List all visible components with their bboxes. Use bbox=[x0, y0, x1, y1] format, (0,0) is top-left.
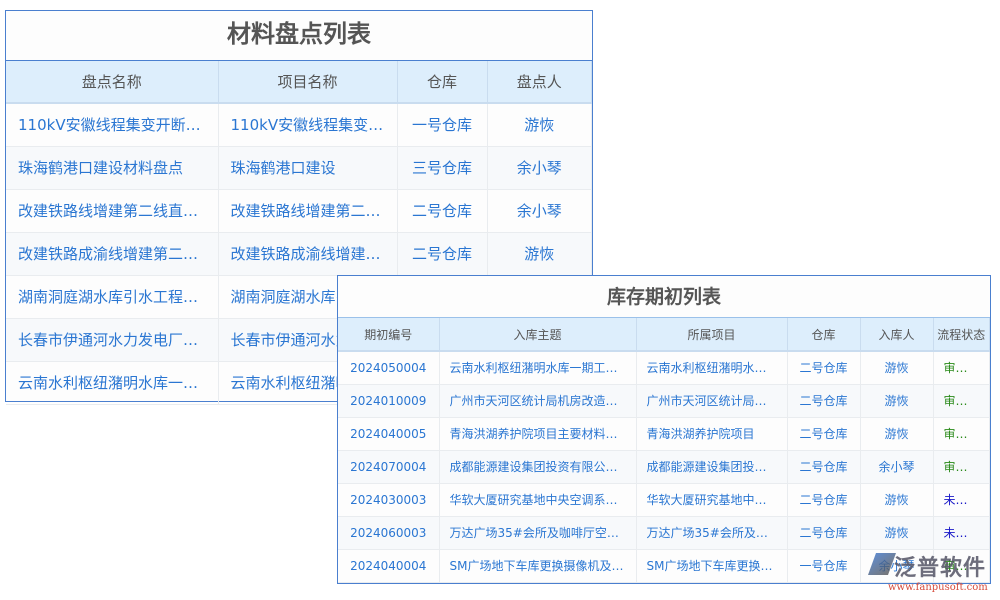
table-cell[interactable]: 2024040005 bbox=[338, 417, 439, 450]
table-cell: 成都能源建设集团投资… bbox=[636, 450, 787, 483]
table-cell: 审批通过 bbox=[933, 417, 990, 450]
table-cell: 游恢 bbox=[487, 103, 592, 146]
column-header[interactable]: 项目名称 bbox=[218, 61, 397, 103]
table-cell: 审批通过 bbox=[933, 450, 990, 483]
table-cell[interactable]: SM广场地下车库更换摄像机及… bbox=[439, 549, 636, 582]
table-cell: 未提交 bbox=[933, 483, 990, 516]
table-cell: 游恢 bbox=[860, 384, 933, 417]
table-cell[interactable]: 2024060003 bbox=[338, 516, 439, 549]
table-cell: 未提交 bbox=[933, 516, 990, 549]
table-row[interactable]: 改建铁路成渝线增建第二…改建铁路成渝线增建…二号仓库游恢 bbox=[6, 232, 592, 275]
table-cell[interactable]: 华软大厦研究基地中央空调系统… bbox=[439, 483, 636, 516]
table-cell[interactable]: 改建铁路成渝线增建… bbox=[218, 232, 397, 275]
watermark-url: www.fanpusoft.com bbox=[870, 582, 995, 593]
table-cell: 游恢 bbox=[860, 516, 933, 549]
table-row[interactable]: 2024010009广州市天河区统计局机房改造项…广州市天河区统计局机…二号仓库… bbox=[338, 384, 990, 417]
column-header[interactable]: 所属项目 bbox=[636, 318, 787, 351]
table-cell: 审批通过 bbox=[933, 351, 990, 384]
column-header[interactable]: 入库主题 bbox=[439, 318, 636, 351]
table-row[interactable]: 改建铁路线增建第二线直…改建铁路线增建第二…二号仓库余小琴 bbox=[6, 189, 592, 232]
table-cell: 二号仓库 bbox=[787, 351, 860, 384]
column-header[interactable]: 流程状态 bbox=[933, 318, 990, 351]
table-cell: 余小琴 bbox=[487, 146, 592, 189]
table-cell: 二号仓库 bbox=[397, 232, 487, 275]
watermark-logo: 泛普软件 www.fanpusoft.com bbox=[870, 550, 995, 598]
table-cell[interactable]: 湖南洞庭湖水库引水工程… bbox=[6, 275, 218, 318]
table-cell: 游恢 bbox=[860, 417, 933, 450]
table-cell: 二号仓库 bbox=[787, 450, 860, 483]
table-row[interactable]: 2024060003万达广场35#会所及咖啡厅空调…万达广场35#会所及咖…二号… bbox=[338, 516, 990, 549]
column-header[interactable]: 期初编号 bbox=[338, 318, 439, 351]
table-cell: 一号仓库 bbox=[397, 103, 487, 146]
table-cell: 青海洪湖养护院项目 bbox=[636, 417, 787, 450]
table-cell: 游恢 bbox=[860, 483, 933, 516]
panel-title: 材料盘点列表 bbox=[6, 11, 592, 61]
table-cell: 游恢 bbox=[487, 232, 592, 275]
table-cell[interactable]: 2024030003 bbox=[338, 483, 439, 516]
column-header[interactable]: 仓库 bbox=[397, 61, 487, 103]
table-cell[interactable]: 万达广场35#会所及咖啡厅空调… bbox=[439, 516, 636, 549]
table-cell[interactable]: 2024070004 bbox=[338, 450, 439, 483]
table-cell[interactable]: 云南水利枢纽潴明水库一期工程… bbox=[439, 351, 636, 384]
table-cell[interactable]: 2024040004 bbox=[338, 549, 439, 582]
table-cell: 二号仓库 bbox=[787, 483, 860, 516]
table-cell[interactable]: 云南水利枢纽潴明水库一… bbox=[6, 361, 218, 404]
table-cell[interactable]: 长春市伊通河水力发电厂… bbox=[6, 318, 218, 361]
table-cell: 审批通过 bbox=[933, 384, 990, 417]
table-cell[interactable]: 青海洪湖养护院项目主要材料期… bbox=[439, 417, 636, 450]
table-cell: 余小琴 bbox=[860, 450, 933, 483]
table-cell: 三号仓库 bbox=[397, 146, 487, 189]
table-cell[interactable]: 珠海鹤港口建设 bbox=[218, 146, 397, 189]
table-cell: 二号仓库 bbox=[787, 417, 860, 450]
table-cell[interactable]: 改建铁路线增建第二线直… bbox=[6, 189, 218, 232]
column-header[interactable]: 盘点名称 bbox=[6, 61, 218, 103]
table-cell[interactable]: 2024010009 bbox=[338, 384, 439, 417]
table-cell[interactable]: 成都能源建设集团投资有限公司… bbox=[439, 450, 636, 483]
table-cell[interactable]: 110kV安徽线程集变… bbox=[218, 103, 397, 146]
table-row[interactable]: 珠海鹤港口建设材料盘点珠海鹤港口建设三号仓库余小琴 bbox=[6, 146, 592, 189]
panel-title: 库存期初列表 bbox=[338, 276, 990, 318]
table-row[interactable]: 2024040005青海洪湖养护院项目主要材料期…青海洪湖养护院项目二号仓库游恢… bbox=[338, 417, 990, 450]
table-row[interactable]: 2024070004成都能源建设集团投资有限公司…成都能源建设集团投资…二号仓库… bbox=[338, 450, 990, 483]
table-cell: 二号仓库 bbox=[397, 189, 487, 232]
table-cell: 华软大厦研究基地中央… bbox=[636, 483, 787, 516]
table-cell[interactable]: 110kV安徽线程集变开断… bbox=[6, 103, 218, 146]
column-header[interactable]: 盘点人 bbox=[487, 61, 592, 103]
column-header[interactable]: 仓库 bbox=[787, 318, 860, 351]
table-row[interactable]: 2024050004云南水利枢纽潴明水库一期工程…云南水利枢纽潴明水库…二号仓库… bbox=[338, 351, 990, 384]
table-row[interactable]: 110kV安徽线程集变开断…110kV安徽线程集变…一号仓库游恢 bbox=[6, 103, 592, 146]
watermark-logo-text: 泛普软件 bbox=[870, 550, 995, 582]
table-cell: 广州市天河区统计局机… bbox=[636, 384, 787, 417]
table-cell: 余小琴 bbox=[487, 189, 592, 232]
table-cell[interactable]: 改建铁路线增建第二… bbox=[218, 189, 397, 232]
table-cell: 二号仓库 bbox=[787, 516, 860, 549]
opening-stock-panel: 库存期初列表 期初编号入库主题所属项目仓库入库人流程状态2024050004云南… bbox=[337, 275, 991, 584]
table-cell[interactable]: 改建铁路成渝线增建第二… bbox=[6, 232, 218, 275]
table-cell: 万达广场35#会所及咖… bbox=[636, 516, 787, 549]
table-cell[interactable]: 广州市天河区统计局机房改造项… bbox=[439, 384, 636, 417]
opening-stock-table: 期初编号入库主题所属项目仓库入库人流程状态2024050004云南水利枢纽潴明水… bbox=[338, 318, 990, 583]
table-cell: SM广场地下车库更换… bbox=[636, 549, 787, 582]
table-row[interactable]: 2024030003华软大厦研究基地中央空调系统…华软大厦研究基地中央…二号仓库… bbox=[338, 483, 990, 516]
table-cell: 一号仓库 bbox=[787, 549, 860, 582]
table-cell: 云南水利枢纽潴明水库… bbox=[636, 351, 787, 384]
table-cell[interactable]: 珠海鹤港口建设材料盘点 bbox=[6, 146, 218, 189]
table-cell: 游恢 bbox=[860, 351, 933, 384]
table-cell: 二号仓库 bbox=[787, 384, 860, 417]
column-header[interactable]: 入库人 bbox=[860, 318, 933, 351]
table-cell[interactable]: 2024050004 bbox=[338, 351, 439, 384]
